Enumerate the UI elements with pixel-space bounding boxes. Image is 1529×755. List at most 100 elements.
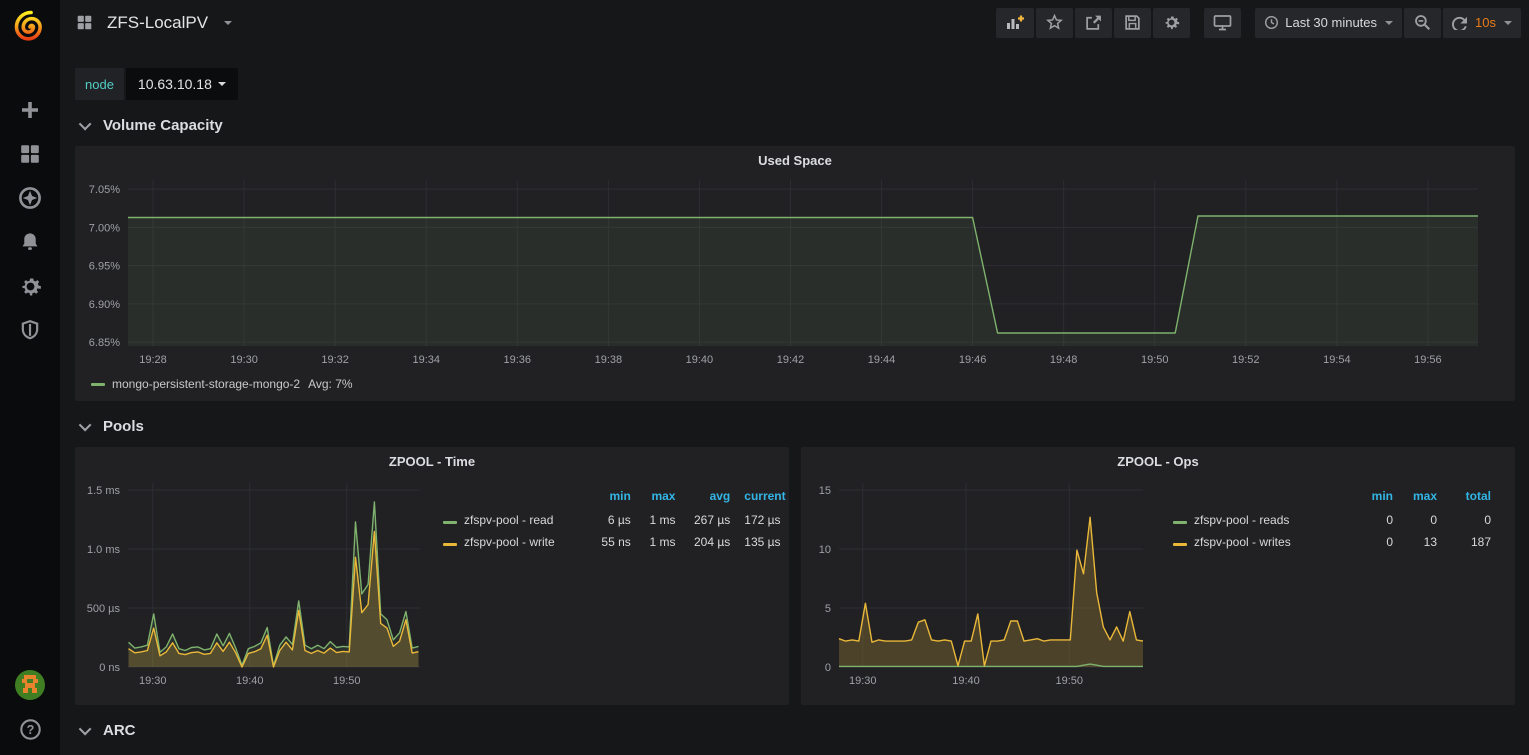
panel-zpool-time: ZPOOL - Time 19:3019:4019:500 ns500 µs1.… [75, 447, 789, 705]
time-picker-button[interactable]: Last 30 minutes [1255, 8, 1402, 38]
sidebar-item-dashboards[interactable] [0, 132, 60, 176]
sidebar-item-configuration[interactable] [0, 264, 60, 308]
svg-text:6.95%: 6.95% [89, 261, 120, 273]
total-value: 187 [1437, 531, 1491, 553]
refresh-icon [1452, 15, 1467, 30]
panel-title[interactable]: ZPOOL - Time [83, 447, 781, 475]
svg-text:5: 5 [825, 603, 831, 615]
svg-text:19:32: 19:32 [321, 354, 349, 366]
legend-row: zfspv-pool - read 6 µs 1 ms 267 µs 172 µ… [443, 509, 789, 531]
share-dashboard-button[interactable] [1075, 8, 1112, 38]
series-name[interactable]: zfspv-pool - writes [1194, 535, 1291, 549]
sidebar-item-help[interactable]: ? [0, 707, 60, 751]
svg-text:19:36: 19:36 [504, 354, 532, 366]
help-icon: ? [19, 718, 42, 741]
series-swatch [1173, 543, 1187, 546]
svg-text:19:30: 19:30 [230, 354, 258, 366]
save-icon [1124, 14, 1141, 31]
submenu: node 10.63.10.18 [60, 45, 1529, 100]
refresh-interval-label: 10s [1475, 15, 1496, 30]
cycle-view-button[interactable] [1204, 8, 1241, 38]
svg-text:19:42: 19:42 [777, 354, 805, 366]
series-name[interactable]: zfspv-pool - write [464, 535, 555, 549]
add-panel-button[interactable] [996, 8, 1034, 38]
svg-text:19:54: 19:54 [1323, 354, 1351, 366]
series-name[interactable]: zfspv-pool - reads [1194, 513, 1289, 527]
legend-row: zfspv-pool - writes 0 13 187 [1173, 531, 1491, 553]
add-panel-icon [1005, 14, 1025, 31]
star-icon [1046, 14, 1063, 31]
svg-text:19:30: 19:30 [849, 675, 877, 687]
svg-text:19:50: 19:50 [1141, 354, 1169, 366]
save-dashboard-button[interactable] [1114, 8, 1151, 38]
svg-text:0: 0 [825, 662, 831, 674]
avg-value: 204 µs [675, 531, 730, 553]
section-arc[interactable]: ARC [82, 719, 1529, 741]
svg-text:19:38: 19:38 [595, 354, 623, 366]
svg-text:19:56: 19:56 [1414, 354, 1442, 366]
total-value: 0 [1437, 509, 1491, 531]
star-dashboard-button[interactable] [1036, 8, 1073, 38]
zoom-out-icon [1414, 14, 1431, 31]
sidebar-item-explore[interactable] [0, 176, 60, 220]
clock-icon [1264, 15, 1279, 30]
section-volume-capacity[interactable]: Volume Capacity [82, 114, 1529, 136]
svg-text:19:46: 19:46 [959, 354, 987, 366]
used-space-chart[interactable]: 19:2819:3019:3219:3419:3619:3819:4019:42… [83, 174, 1507, 370]
column-header-min[interactable]: min [582, 487, 631, 509]
zpool-time-chart[interactable]: 19:3019:4019:500 ns500 µs1.0 ms1.5 ms [83, 475, 438, 691]
panel-title[interactable]: ZPOOL - Ops [809, 447, 1507, 475]
svg-text:19:34: 19:34 [412, 354, 440, 366]
column-header-total[interactable]: total [1437, 487, 1491, 509]
chevron-down-icon [79, 418, 92, 431]
column-header-max[interactable]: max [1393, 487, 1437, 509]
compass-icon [18, 186, 42, 210]
dashboard-title-group[interactable]: ZFS-LocalPV [76, 13, 232, 33]
monitor-icon [1213, 14, 1232, 31]
column-header-current[interactable]: current [730, 487, 789, 509]
panel-used-space: Used Space 19:2819:3019:3219:3419:3619:3… [75, 146, 1515, 401]
column-header-min[interactable]: min [1341, 487, 1393, 509]
column-header-max[interactable]: max [631, 487, 676, 509]
section-pools[interactable]: Pools [82, 415, 1529, 437]
series-name[interactable]: zfspv-pool - read [464, 513, 553, 527]
min-value: 6 µs [582, 509, 631, 531]
dashboard-settings-button[interactable] [1153, 8, 1190, 38]
gear-icon [19, 275, 42, 298]
svg-text:19:30: 19:30 [139, 675, 167, 687]
panel-zpool-ops: ZPOOL - Ops 19:3019:4019:50051015 min ma… [801, 447, 1515, 705]
svg-text:?: ? [26, 723, 34, 737]
svg-text:19:48: 19:48 [1050, 354, 1078, 366]
svg-text:1.0 ms: 1.0 ms [87, 544, 121, 556]
zpool-ops-chart[interactable]: 19:3019:4019:50051015 [809, 475, 1159, 691]
current-value: 172 µs [730, 509, 789, 531]
chevron-down-icon [1385, 21, 1393, 25]
time-range-label: Last 30 minutes [1285, 15, 1377, 30]
section-label: ARC [103, 722, 136, 739]
variable-value-dropdown[interactable]: 10.63.10.18 [126, 68, 238, 100]
section-label: Volume Capacity [103, 117, 223, 134]
sidebar-item-create[interactable] [0, 88, 60, 132]
svg-text:7.05%: 7.05% [89, 184, 120, 196]
series-swatch [1173, 521, 1187, 524]
column-header-avg[interactable]: avg [675, 487, 730, 509]
sidebar-item-alerting[interactable] [0, 220, 60, 264]
sidebar-item-server-admin[interactable] [0, 308, 60, 352]
legend-row: zfspv-pool - reads 0 0 0 [1173, 509, 1491, 531]
panel-title[interactable]: Used Space [83, 146, 1507, 174]
chevron-down-icon [218, 82, 226, 86]
used-space-legend: mongo-persistent-storage-mongo-2 Avg: 7% [83, 377, 1507, 391]
zoom-out-button[interactable] [1404, 8, 1441, 38]
max-value: 1 ms [631, 531, 676, 553]
user-avatar[interactable] [0, 663, 60, 707]
min-value: 55 ns [582, 531, 631, 553]
refresh-button-group[interactable]: 10s [1443, 8, 1521, 38]
dashboards-icon [19, 143, 41, 165]
current-value: 135 µs [730, 531, 789, 553]
zpool-time-legend-table: min max avg current zfspv-pool - read 6 … [443, 487, 789, 553]
svg-text:7.00%: 7.00% [89, 222, 120, 234]
variable-value: 10.63.10.18 [138, 76, 212, 92]
series-name[interactable]: mongo-persistent-storage-mongo-2 [112, 377, 300, 391]
grafana-logo[interactable] [0, 0, 60, 52]
series-swatch [91, 383, 105, 386]
